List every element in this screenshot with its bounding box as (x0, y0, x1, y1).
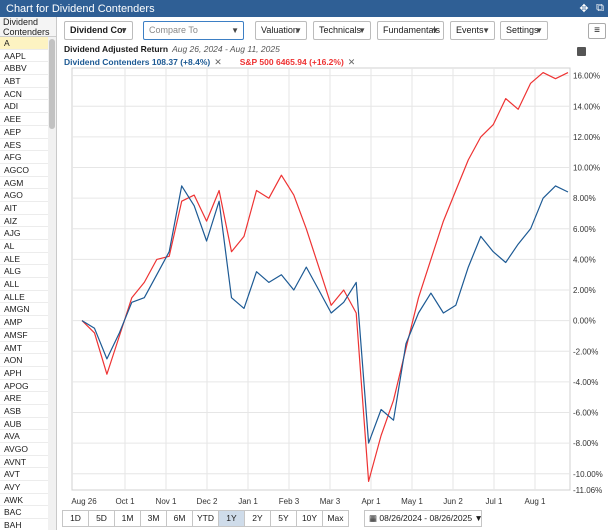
y-tick-label: 2.00% (573, 286, 596, 295)
y-tick-label: 10.00% (573, 164, 600, 173)
x-tick-label: May 1 (401, 497, 423, 506)
y-tick-label: 4.00% (573, 255, 596, 264)
x-tick-label: Nov 1 (156, 497, 177, 506)
x-tick-label: Mar 3 (320, 497, 341, 506)
x-tick-label: Dec 2 (197, 497, 218, 506)
period-button-max[interactable]: Max (322, 510, 349, 527)
y-tick-label: -10.00% (573, 470, 603, 479)
period-button-3m[interactable]: 3M (140, 510, 167, 527)
x-tick-label: Jan 1 (238, 497, 258, 506)
x-tick-label: Aug 26 (71, 497, 97, 506)
calendar-icon: ▦ (369, 513, 378, 523)
period-button-5y[interactable]: 5Y (270, 510, 297, 527)
y-tick-label: 12.00% (573, 133, 600, 142)
y-tick-label: -11.06% (573, 486, 602, 495)
period-button-ytd[interactable]: YTD (192, 510, 219, 527)
period-button-1m[interactable]: 1M (114, 510, 141, 527)
y-tick-label: 6.00% (573, 225, 596, 234)
y-tick-label: 14.00% (573, 102, 600, 111)
x-tick-label: Jul 1 (486, 497, 503, 506)
period-button-10y[interactable]: 10Y (296, 510, 323, 527)
y-tick-label: -6.00% (573, 409, 598, 418)
y-tick-label: -2.00% (573, 347, 598, 356)
period-button-1y[interactable]: 1Y (218, 510, 245, 527)
y-tick-label: -8.00% (573, 439, 598, 448)
y-tick-label: -4.00% (573, 378, 598, 387)
chevron-down-icon: ▼ (474, 513, 483, 523)
y-tick-label: 0.00% (573, 317, 596, 326)
x-tick-label: Apr 1 (361, 497, 381, 506)
y-tick-label: 16.00% (573, 72, 600, 81)
period-button-6m[interactable]: 6M (166, 510, 193, 527)
date-range-picker[interactable]: ▦ 08/26/2024 - 08/26/2025 ▼ (364, 510, 483, 527)
series-line-dividend-contenders (81, 185, 569, 444)
period-button-2y[interactable]: 2Y (244, 510, 271, 527)
period-button-1d[interactable]: 1D (62, 510, 89, 527)
x-tick-label: Feb 3 (279, 497, 300, 506)
y-tick-label: 8.00% (573, 194, 596, 203)
line-chart: 16.00% 14.00% 12.00% 10.00% 8.00% 6.00% 4.00% 2… (71, 67, 603, 506)
period-button-5d[interactable]: 5D (88, 510, 115, 527)
date-range-value: 08/26/2024 - 08/26/2025 (379, 513, 473, 523)
x-tick-label: Oct 1 (115, 497, 135, 506)
period-selector: 1D 5D 1M 3M 6M YTD 1Y 2Y 5Y 10Y Max (62, 510, 349, 527)
x-tick-label: Jun 2 (443, 497, 463, 506)
x-tick-label: Aug 1 (525, 497, 546, 506)
